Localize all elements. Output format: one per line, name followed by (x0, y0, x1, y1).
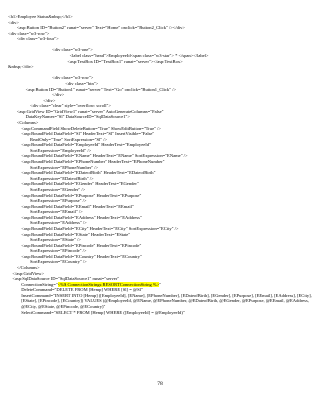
code-line-text: ReadOnly="True" SortExpression="Sl" /> (30, 136, 108, 142)
code-line-text: SortExpression="ECountry" /> (30, 259, 87, 265)
code-line-text: <asp:Button ID="Button1" runat="server" … (25, 86, 177, 92)
code-line-text: SortExpression="EDateofBirth" /> (30, 175, 94, 181)
code-line-text: SortExpression="EEmail" /> (30, 209, 83, 215)
code-line-text: SortExpression="EState" /> (30, 237, 81, 243)
code-line-text: <asp:BoundField DataField="EPhoneNumber"… (21, 159, 165, 165)
code-line-text: <div> (8, 19, 19, 25)
code-line-text: <asp:BoundField DataField="EState" Heade… (21, 231, 131, 237)
code-line-text: <asp:BoundField DataField="EGender" Head… (21, 181, 139, 187)
code-line-text: <asp:BoundField DataField="EmployeeId" H… (21, 142, 151, 148)
document-page: <h1>Employee Status&nbsp;</h1> <div> <asp:… (0, 0, 320, 414)
code-line-text: <asp:BoundField DataField="EEmail" Heade… (21, 203, 134, 209)
code-line-text: <asp:BoundField DataField="EPurpose" Hea… (21, 192, 142, 198)
code-line-text: DeleteCommand="DELETE FROM [Hemp] WHERE … (21, 287, 143, 293)
code-line-text: </div> (52, 92, 65, 98)
code-line-text: <asp:CommandField ShowDeleteButton="True… (21, 125, 161, 131)
code-line-text: <div class="w3-row"> (8, 30, 50, 36)
code-line-text: <div class="clear" style="overflow: scro… (30, 103, 111, 109)
code-line-text: <asp:BoundField DataField="Sl" HeaderTex… (21, 131, 155, 137)
code-line-suffix: " (159, 281, 162, 287)
code-line-text: SortExpression="EPhoneNumber" /> (30, 164, 99, 170)
code-line-text: &nbsp;</div> (8, 64, 34, 70)
code-line-text: <asp:SqlDataSource ID="SqlDataSource1" r… (12, 276, 120, 282)
code-line-text: SortExpression="EGender" /> (30, 186, 86, 192)
code-line-text: <asp:BoundField DataField="ECity" Header… (21, 225, 179, 231)
code-line-text: SortExpression="EPincode" /> (30, 248, 87, 254)
code-line-text: <div class="w3-one"> (52, 47, 93, 53)
code-line-text: <Columns> (16, 119, 39, 125)
code-line-text: <div class="w3-row"> (52, 75, 94, 81)
code-line-text: <div class="btn"> (65, 80, 99, 86)
code-line-text: </Columns> (16, 265, 40, 271)
code-line-text: SortExpression="EmployeeId" /> (30, 147, 92, 153)
code-line: InsertCommand="INSERT INTO [Hemp] ([Empl… (8, 293, 314, 310)
code-line-text: <div class="w3-four"> (16, 36, 59, 42)
code-line-text: <asp:BoundField DataField="EDateofBirth"… (21, 170, 156, 176)
code-line-text: InsertCommand="INSERT INTO [Hemp] ([Empl… (21, 292, 313, 310)
code-line-text: <asp:GridView ID="GridView1" runat="serv… (16, 108, 164, 114)
code-line-text: SelectCommand="SELECT * FROM [Hemp] WHER… (21, 309, 185, 315)
code-line-text: <asp:BoundField DataField="EPincode" Hea… (21, 242, 142, 248)
code-line-text: <asp:BoundField DataField="ECountry" Hea… (21, 253, 142, 259)
code-line: SelectCommand="SELECT * FROM [Hemp] WHER… (8, 310, 314, 316)
highlighted-connection-string: <%$ ConnectionStrings:RESORTConnectionSt… (57, 281, 160, 287)
code-line-text: ConnectionString=" (21, 281, 58, 287)
code-line-text: <h1>Employee Status&nbsp;</h1> (8, 14, 73, 19)
code-line-text: </asp:GridView> (12, 270, 45, 276)
code-line-text: <asp:Button ID="Button2" runat="server" … (16, 25, 185, 31)
code-line-text: <asp:BoundField DataField="EName" Header… (21, 153, 188, 159)
code-line-text: </div> (43, 97, 56, 103)
code-line-text: DataKeyNames="Sl" DataSourceID="SqlDataS… (25, 114, 130, 120)
code-listing: <h1>Employee Status&nbsp;</h1> <div> <asp:… (8, 14, 314, 315)
code-line-text: <asp:BoundField DataField="EAddress" Hea… (21, 214, 142, 220)
code-line-text: SortExpression="EPurpose" /> (30, 198, 87, 204)
code-line-text: <label class="head">EmployeeId<span clas… (69, 53, 209, 59)
page-number: 78 (157, 381, 163, 387)
code-line-text: SortExpression="EAddress" /> (30, 220, 87, 226)
code-line-text: <asp:TextBox ID="TextBox1" runat="server… (67, 58, 183, 64)
